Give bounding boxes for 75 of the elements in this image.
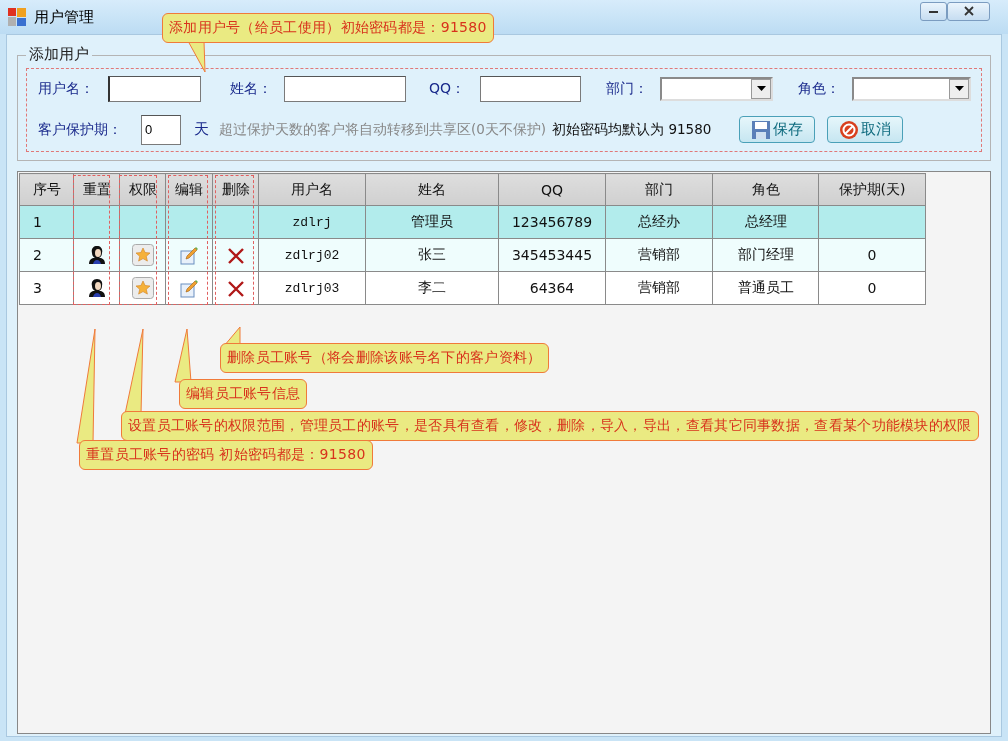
- save-icon: [751, 119, 772, 140]
- text-field[interactable]: [108, 75, 201, 102]
- column-header[interactable]: 删除: [212, 173, 259, 206]
- table-cell: 李二: [365, 271, 499, 305]
- delete-icon: [226, 248, 245, 264]
- table-cell: 总经办: [605, 205, 713, 239]
- column-header[interactable]: 用户名: [258, 173, 366, 206]
- table-cell: 345453445: [498, 238, 606, 272]
- reset-button[interactable]: [87, 278, 106, 299]
- column-header[interactable]: 编辑: [165, 173, 213, 206]
- text-field[interactable]: [284, 75, 406, 102]
- caret-icon: [954, 86, 964, 91]
- table-cell: zdlrj03: [258, 271, 366, 305]
- days-field[interactable]: 0: [141, 114, 181, 145]
- unit-label: 天: [194, 120, 209, 139]
- column-header[interactable]: 姓名: [365, 173, 499, 206]
- column-header[interactable]: 部门: [605, 173, 713, 206]
- edit-icon: [180, 246, 198, 265]
- table-cell: 1: [19, 205, 74, 239]
- table-cell: 64364: [498, 271, 606, 305]
- password-note: 初始密码均默认为 91580: [552, 120, 712, 139]
- table-cell: 张三: [365, 238, 499, 272]
- callout: 编辑员工账号信息: [179, 379, 308, 409]
- hint-text: 超过保护天数的客户将自动转移到共享区(0天不保护): [219, 120, 547, 139]
- reset-button[interactable]: [87, 245, 106, 266]
- table-row[interactable]: 2 zdlrj02 张三 345453445 营销部 部门经理 0: [19, 238, 926, 272]
- table-cell: 3: [19, 271, 74, 305]
- table-cell: 总经理: [712, 205, 819, 239]
- user-icon: [87, 245, 106, 266]
- field-label: 姓名：: [230, 79, 273, 98]
- column-header[interactable]: QQ: [498, 173, 606, 206]
- delete-button[interactable]: [226, 248, 245, 264]
- table-cell: 2: [19, 238, 74, 272]
- field-label: 角色：: [798, 79, 841, 98]
- table-cell: 营销部: [605, 271, 713, 305]
- table-cell: 普通员工: [712, 271, 819, 305]
- table-cell: 部门经理: [712, 238, 819, 272]
- minimize-icon: [929, 9, 938, 13]
- callout-pointer: [175, 329, 191, 382]
- table-cell: 营销部: [605, 238, 713, 272]
- field-label: QQ：: [429, 79, 467, 98]
- table-cell: 123456789: [498, 205, 606, 239]
- column-header[interactable]: 重置: [73, 173, 120, 206]
- edit-icon: [180, 279, 198, 298]
- minimize-button[interactable]: [920, 1, 947, 21]
- table-cell: 0: [818, 238, 926, 272]
- dropdown-button[interactable]: [949, 78, 969, 99]
- cancel-icon: [839, 119, 860, 140]
- caret-icon: [756, 86, 766, 91]
- edit-button[interactable]: [180, 279, 198, 298]
- table-row[interactable]: 1 zdlrj 管理员 123456789 总经办 总经理: [19, 205, 926, 239]
- app-icon: [8, 8, 26, 26]
- save-button[interactable]: 保存: [739, 116, 816, 143]
- table-cell: 0: [818, 271, 926, 305]
- field-label: 用户名：: [38, 79, 95, 98]
- table-cell: zdlrj02: [258, 238, 366, 272]
- column-header[interactable]: 序号: [19, 173, 74, 206]
- column-header[interactable]: 保护期(天): [818, 173, 926, 206]
- edit-button[interactable]: [180, 246, 198, 265]
- table-row[interactable]: 3 zdlrj03 李二 64364 营销部 普通员工 0: [19, 271, 926, 305]
- group-title: 添加用户: [26, 45, 92, 64]
- cancel-button[interactable]: 取消: [827, 116, 904, 143]
- dropdown-button[interactable]: [751, 78, 771, 99]
- user-icon: [87, 278, 106, 299]
- delete-button[interactable]: [226, 281, 245, 297]
- table-cell: zdlrj: [258, 205, 366, 239]
- column-header[interactable]: 权限: [119, 173, 166, 206]
- table-cell: 管理员: [365, 205, 499, 239]
- field-label: 客户保护期：: [38, 120, 123, 139]
- delete-icon: [226, 281, 245, 297]
- close-button[interactable]: [947, 1, 990, 21]
- text-field[interactable]: [480, 75, 581, 102]
- field-label: 部门：: [606, 79, 649, 98]
- column-header[interactable]: 角色: [712, 173, 819, 206]
- close-icon: [963, 6, 974, 16]
